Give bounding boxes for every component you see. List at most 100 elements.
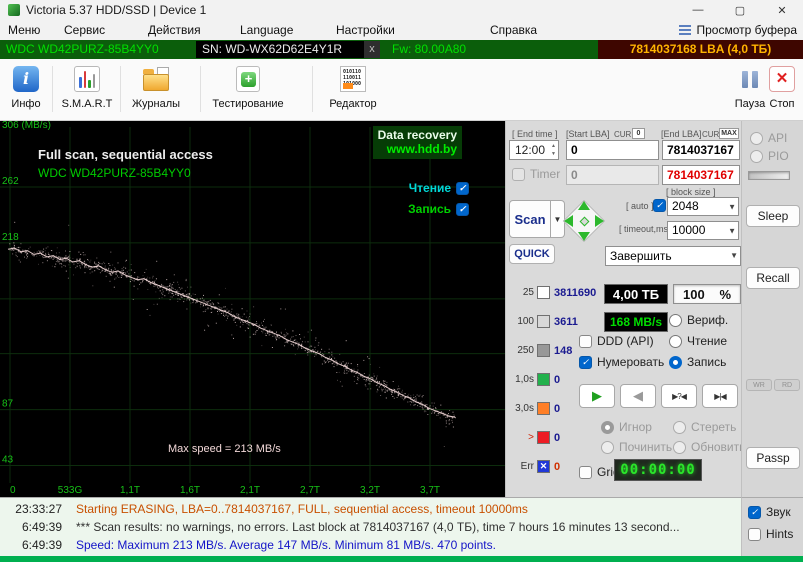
verify-radio[interactable] (669, 313, 682, 327)
menu-bar: Меню Сервис Действия Language Настройки … (0, 20, 803, 40)
close-button[interactable]: ✕ (761, 0, 803, 20)
toolbar: i Инфо S.M.A.R.T Журналы + Тестирование … (0, 59, 803, 121)
sleep-button[interactable]: Sleep (746, 205, 800, 227)
counter-label: 25 (522, 287, 534, 298)
seek-pair-button[interactable]: ▶|◀ (702, 384, 738, 408)
info-label: Инфо (11, 98, 41, 110)
svg-text:0: 0 (10, 485, 16, 496)
log-time: 6:49:39 (21, 538, 62, 552)
write-radio[interactable] (669, 355, 682, 369)
buffer-view-button[interactable]: Просмотр буфера (679, 20, 797, 40)
ddd-api-toggle[interactable]: DDD (API) (579, 334, 654, 348)
recall-button[interactable]: Recall (746, 267, 800, 289)
svg-text:43: 43 (2, 455, 14, 466)
seek-pair-icon: ▶|◀ (714, 391, 726, 401)
end-time-spinner[interactable]: 12:00 ▲ ▼ (509, 140, 559, 160)
pad-right-icon[interactable] (595, 215, 604, 227)
grid-checkbox[interactable] (579, 465, 592, 479)
after-scan-action-combo[interactable]: Завершить ▼ (605, 246, 741, 266)
menu-language[interactable]: Language (240, 20, 293, 40)
elapsed-timer-display: 00:00:00 (614, 459, 702, 481)
counter-value: 148 (554, 344, 573, 357)
erase-label: Стереть (691, 420, 737, 434)
menu-settings[interactable]: Настройки (336, 20, 395, 40)
numerate-toggle[interactable]: ✓ Нумеровать (579, 355, 664, 369)
counter-row: 100 3611 (510, 314, 578, 329)
start-lba-input[interactable]: 0 (566, 140, 659, 160)
menu-actions[interactable]: Действия (148, 20, 201, 40)
end-time-label: [ End time ] (512, 129, 558, 139)
mode-verify[interactable]: Вериф. (669, 313, 728, 327)
passp-button[interactable]: Passp (746, 447, 800, 469)
mode-read[interactable]: Чтение (669, 334, 727, 348)
write-overlay-checkbox[interactable]: ✓ (456, 202, 469, 216)
menu-main[interactable]: Меню (8, 20, 40, 40)
serial-close-button[interactable]: x (364, 41, 380, 58)
timer-value-input: 0 (566, 165, 659, 185)
seek-defect-button[interactable]: ▶?◀ (661, 384, 697, 408)
svg-text:533G: 533G (58, 485, 83, 496)
cur2-label: CUR (702, 130, 720, 139)
window-title: Victoria 5.37 HDD/SSD | Device 1 (26, 3, 207, 17)
dropdown-arrow-icon: ▼ (728, 202, 736, 211)
read-overlay-toggle[interactable]: Чтение ✓ (409, 181, 469, 195)
ignore-label: Игнор (619, 420, 652, 434)
drive-serial: SN: WD-WX62D62E4Y1R (196, 41, 364, 58)
pad-left-icon[interactable] (564, 215, 573, 227)
stop-button[interactable]: ✕ Стоп (762, 64, 802, 110)
write-overlay-toggle[interactable]: Запись ✓ (408, 202, 469, 216)
counter-row: >0 (510, 430, 560, 445)
read-overlay-label: Чтение (408, 181, 451, 195)
ignore-radio (601, 420, 614, 434)
pad-down-icon[interactable] (578, 232, 590, 241)
block-size-combo[interactable]: 2048 ▼ (667, 197, 739, 216)
minimize-button[interactable]: — (677, 0, 719, 20)
title-bar: Victoria 5.37 HDD/SSD | Device 1 — ▢ ✕ (0, 0, 803, 20)
dropdown-arrow-icon: ▼ (728, 226, 736, 235)
timeout-label: [ timeout,ms ] (619, 224, 674, 234)
journals-button[interactable]: Журналы (124, 64, 188, 110)
refresh-label: Обновить (691, 440, 746, 454)
quick-button[interactable]: QUICK (509, 244, 555, 264)
start-scan-button[interactable]: ▶ (579, 384, 615, 408)
pause-icon (737, 66, 763, 92)
testing-button[interactable]: + Тестирование (206, 64, 290, 110)
banner-line1: Data recovery (377, 128, 457, 142)
defect-erase: Стереть (673, 420, 736, 434)
auto-checkbox[interactable]: ✓ (653, 199, 666, 212)
test-plus-icon: + (236, 66, 260, 92)
maximize-button[interactable]: ▢ (719, 0, 761, 20)
hints-toggle[interactable]: Hints (748, 527, 793, 541)
reverse-button[interactable]: ◀ (620, 384, 656, 408)
smart-button[interactable]: S.M.A.R.T (56, 64, 118, 110)
info-button[interactable]: i Инфо (2, 64, 50, 110)
svg-text:1,1T: 1,1T (120, 485, 140, 496)
timeout-combo[interactable]: 10000 ▼ (667, 221, 739, 240)
editor-button[interactable]: 010110 110011 101000 Редактор (318, 64, 388, 110)
cur-value-box: 0 (632, 128, 645, 139)
numerate-checkbox[interactable]: ✓ (579, 355, 592, 369)
navigation-pad[interactable] (561, 198, 607, 244)
mode-write[interactable]: Запись (669, 355, 726, 369)
ddd-checkbox[interactable] (579, 334, 592, 348)
end-lba-input[interactable]: 7814037167 (662, 140, 740, 160)
log-row: 6:49:39 *** Scan results: no warnings, n… (0, 518, 741, 536)
timer-checkbox (512, 167, 525, 181)
read-overlay-checkbox[interactable]: ✓ (456, 181, 469, 195)
menu-service[interactable]: Сервис (64, 20, 105, 40)
sound-toggle[interactable]: ✓ Звук (748, 505, 791, 519)
hints-checkbox[interactable] (748, 527, 761, 541)
scan-button[interactable]: Scan (509, 200, 551, 238)
rd-indicator: RD (774, 379, 800, 391)
counter-value: 0 (554, 431, 561, 444)
pad-up-icon[interactable] (578, 201, 590, 210)
read-radio[interactable] (669, 334, 682, 348)
log-text: Starting ERASING, LBA=0..7814037167, FUL… (76, 502, 528, 516)
spinner-arrows-icon[interactable]: ▲ ▼ (551, 142, 556, 158)
svg-text:87: 87 (2, 399, 14, 410)
wr-indicator: WR (746, 379, 772, 391)
counter-color-swatch (537, 315, 550, 328)
log-time: 23:33:27 (15, 502, 62, 516)
menu-help[interactable]: Справка (490, 20, 537, 40)
sound-checkbox[interactable]: ✓ (748, 505, 761, 519)
